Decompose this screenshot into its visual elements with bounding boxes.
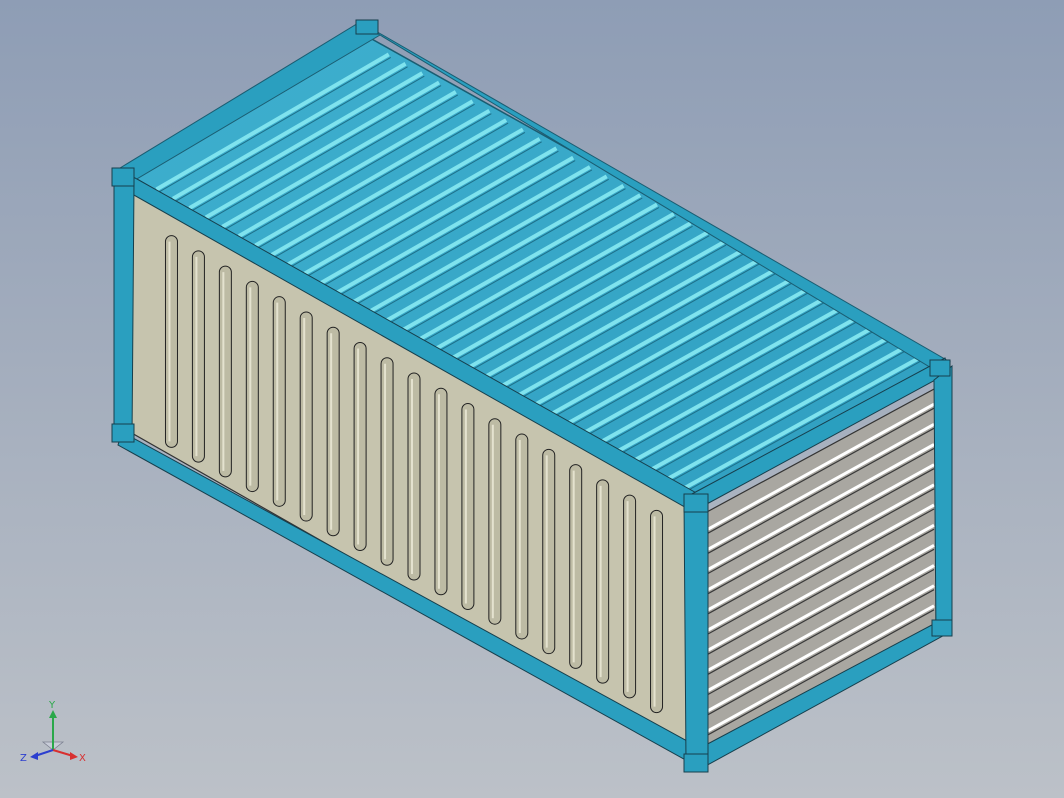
corner-post-front-left — [113, 175, 135, 441]
corner-casting-top-left — [111, 167, 135, 187]
3d-viewport[interactable]: Y X Z — [0, 0, 1064, 798]
side-corrugation — [515, 433, 529, 640]
z-axis-arrow — [30, 752, 38, 760]
side-corrugation — [380, 357, 394, 566]
side-corrugation — [461, 403, 475, 610]
corner-casting-bottom-back — [931, 619, 953, 637]
side-corrugation — [353, 341, 367, 552]
corner-casting-bottom-left — [111, 423, 135, 443]
side-corrugation — [569, 464, 583, 669]
side-corrugation — [542, 448, 556, 655]
side-corrugation — [272, 296, 286, 507]
z-axis-label: Z — [20, 753, 27, 764]
corner-casting-top-back — [929, 359, 951, 377]
orientation-triad[interactable]: Y X Z — [18, 700, 88, 770]
side-corrugation — [191, 250, 205, 463]
corner-casting-bottom-front — [683, 753, 709, 773]
side-corrugation — [218, 265, 232, 478]
side-corrugation — [596, 479, 610, 684]
side-corrugation — [623, 494, 637, 699]
x-axis-label: X — [79, 753, 86, 764]
side-corrugation — [299, 311, 313, 522]
corner-casting-top-far — [355, 19, 379, 35]
side-corrugation — [407, 372, 421, 581]
y-axis-arrow — [49, 710, 57, 718]
container-model[interactable] — [0, 0, 1064, 798]
x-axis-arrow — [70, 752, 78, 760]
corner-post-back-right — [933, 364, 953, 637]
side-corrugation — [434, 387, 448, 596]
y-axis-label: Y — [48, 700, 56, 711]
side-corrugation — [245, 280, 259, 493]
corner-post-front-right — [683, 499, 709, 769]
side-corrugation — [164, 235, 178, 448]
side-corrugation — [650, 509, 664, 714]
side-corrugation — [326, 326, 340, 537]
side-corrugation — [488, 418, 502, 625]
corner-casting-top-front — [683, 493, 709, 513]
